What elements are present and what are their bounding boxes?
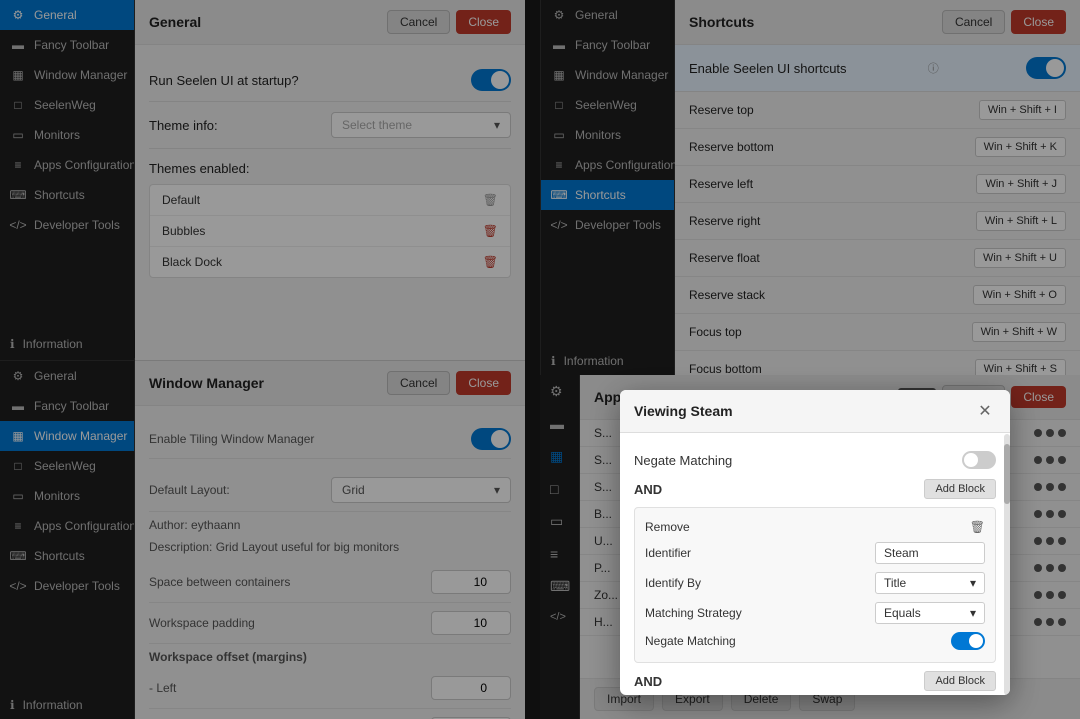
identify-by-select[interactable]: Title ▾ bbox=[875, 572, 985, 594]
dialog-header: Viewing Steam ✕ bbox=[620, 390, 1010, 433]
dialog-body: Negate Matching AND Add Block Remove 🗑 I… bbox=[620, 433, 1010, 694]
add-block-button-2[interactable]: Add Block bbox=[924, 671, 996, 691]
remove-label: Remove bbox=[645, 520, 690, 534]
identifier-label: Identifier bbox=[645, 546, 691, 560]
scroll-thumb[interactable] bbox=[1004, 444, 1010, 504]
chevron-down-icon: ▾ bbox=[970, 576, 976, 590]
sub-block: Remove 🗑 Identifier Identify By Title ▾ … bbox=[634, 507, 996, 663]
identifier-input[interactable] bbox=[875, 542, 985, 564]
dialog-close-button[interactable]: ✕ bbox=[974, 400, 996, 422]
block-negate-row: Negate Matching bbox=[645, 628, 985, 654]
and-row: AND Add Block bbox=[634, 475, 996, 503]
scroll-track[interactable] bbox=[1004, 434, 1010, 695]
identify-by-row: Identify By Title ▾ bbox=[645, 568, 985, 598]
add-block-button[interactable]: Add Block bbox=[924, 479, 996, 499]
matching-strategy-label: Matching Strategy bbox=[645, 606, 742, 620]
dialog-title: Viewing Steam bbox=[634, 403, 733, 419]
and-row-2: AND Add Block bbox=[634, 667, 996, 694]
and-label-2: AND bbox=[634, 674, 662, 689]
block-negate-toggle[interactable] bbox=[951, 632, 985, 650]
negate-row: Negate Matching bbox=[634, 445, 996, 475]
dialog-viewing-steam: Viewing Steam ✕ Negate Matching AND Add … bbox=[620, 390, 1010, 695]
negate-toggle[interactable] bbox=[962, 451, 996, 469]
matching-strategy-select[interactable]: Equals ▾ bbox=[875, 602, 985, 624]
negate-label: Negate Matching bbox=[634, 453, 732, 468]
identify-by-value: Title bbox=[884, 576, 906, 590]
identify-by-label: Identify By bbox=[645, 576, 701, 590]
matching-strategy-row: Matching Strategy Equals ▾ bbox=[645, 598, 985, 628]
remove-row: Remove 🗑 bbox=[645, 516, 985, 538]
and-label: AND bbox=[634, 482, 662, 497]
matching-strategy-value: Equals bbox=[884, 606, 921, 620]
chevron-down-icon: ▾ bbox=[970, 606, 976, 620]
block-negate-label: Negate Matching bbox=[645, 634, 736, 648]
identifier-row: Identifier bbox=[645, 538, 985, 568]
remove-icon[interactable]: 🗑 bbox=[970, 520, 985, 534]
